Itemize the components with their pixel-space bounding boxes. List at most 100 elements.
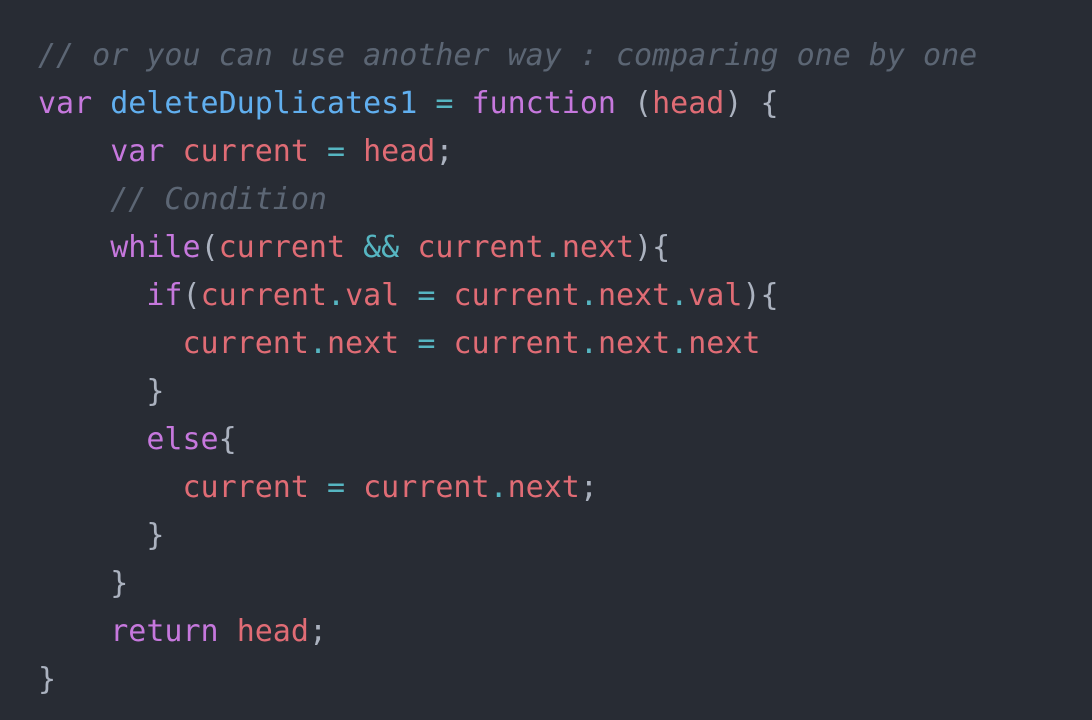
code-token-punct: } — [110, 566, 129, 601]
code-token-punct: { — [760, 278, 779, 313]
code-token-var: next — [597, 278, 671, 313]
code-token-punct: ( — [634, 86, 653, 121]
code-token-var: next — [507, 470, 580, 505]
code-token-punct: { — [218, 422, 237, 457]
code-token-var: val — [345, 278, 400, 313]
code-line: } — [38, 560, 1092, 608]
code-line: while(current && current.next){ — [38, 224, 1092, 272]
code-token-keyword: var — [38, 86, 93, 121]
code-token-punct: { — [760, 86, 779, 121]
code-token-op: && — [363, 230, 400, 265]
code-token-keyword: function — [471, 86, 616, 121]
code-token-comment: // or you can use another way : comparin… — [38, 38, 978, 73]
code-token-op: . — [543, 230, 562, 265]
code-token-var: next — [688, 326, 761, 361]
code-token-op: . — [579, 326, 598, 361]
code-token-op: = — [327, 470, 346, 505]
code-line: } — [38, 368, 1092, 416]
code-token-var: current — [453, 278, 580, 313]
code-token-var: val — [688, 278, 743, 313]
code-line: return head; — [38, 608, 1092, 656]
code-token-keyword: while — [110, 230, 201, 265]
code-line: var deleteDuplicates1 = function (head) … — [38, 80, 1092, 128]
code-token-var: next — [597, 326, 671, 361]
code-token-var: head — [652, 86, 725, 121]
code-token-var: next — [327, 326, 400, 361]
code-token-var: next — [561, 230, 635, 265]
code-token-punct: ; — [308, 614, 327, 649]
code-token-func: deleteDuplicates1 — [110, 86, 418, 121]
code-token-op: = — [435, 86, 454, 121]
code-token-keyword: var — [110, 134, 165, 169]
code-token-punct: } — [146, 518, 165, 553]
code-token-punct: ; — [435, 134, 454, 169]
code-token-var: head — [363, 134, 436, 169]
code-token-op: . — [308, 326, 327, 361]
code-token-var: head — [236, 614, 309, 649]
code-token-keyword: if — [146, 278, 183, 313]
code-token-op: . — [489, 470, 508, 505]
code-token-punct: } — [38, 662, 57, 697]
code-token-comment: // Condition — [110, 182, 327, 217]
code-line: } — [38, 656, 1092, 704]
code-line: // Condition — [38, 176, 1092, 224]
code-line: var current = head; — [38, 128, 1092, 176]
code-token-op: . — [670, 278, 689, 313]
code-token-var: current — [417, 230, 544, 265]
code-editor-surface: // or you can use another way : comparin… — [0, 30, 1092, 720]
code-block[interactable]: // or you can use another way : comparin… — [0, 30, 1092, 704]
code-line: current = current.next; — [38, 464, 1092, 512]
code-line: if(current.val = current.next.val){ — [38, 272, 1092, 320]
code-token-op: . — [579, 278, 598, 313]
code-token-keyword: else — [146, 422, 219, 457]
code-token-var: current — [182, 134, 309, 169]
code-line: else{ — [38, 416, 1092, 464]
code-token-op: = — [327, 134, 346, 169]
code-token-keyword: return — [110, 614, 219, 649]
code-token-punct: } — [146, 374, 165, 409]
code-token-punct: ( — [200, 230, 219, 265]
code-token-punct: ; — [579, 470, 598, 505]
code-token-var: current — [200, 278, 327, 313]
code-token-var: current — [363, 470, 490, 505]
code-line: // or you can use another way : comparin… — [38, 32, 1092, 80]
code-token-op: = — [417, 278, 436, 313]
code-token-op: . — [327, 278, 346, 313]
code-token-op: = — [417, 326, 436, 361]
code-token-punct: ) — [742, 278, 761, 313]
code-line: } — [38, 512, 1092, 560]
code-token-var: current — [182, 326, 309, 361]
code-token-var: current — [453, 326, 580, 361]
code-token-op: . — [670, 326, 689, 361]
code-token-punct: ) — [724, 86, 743, 121]
code-token-punct: ) — [634, 230, 653, 265]
